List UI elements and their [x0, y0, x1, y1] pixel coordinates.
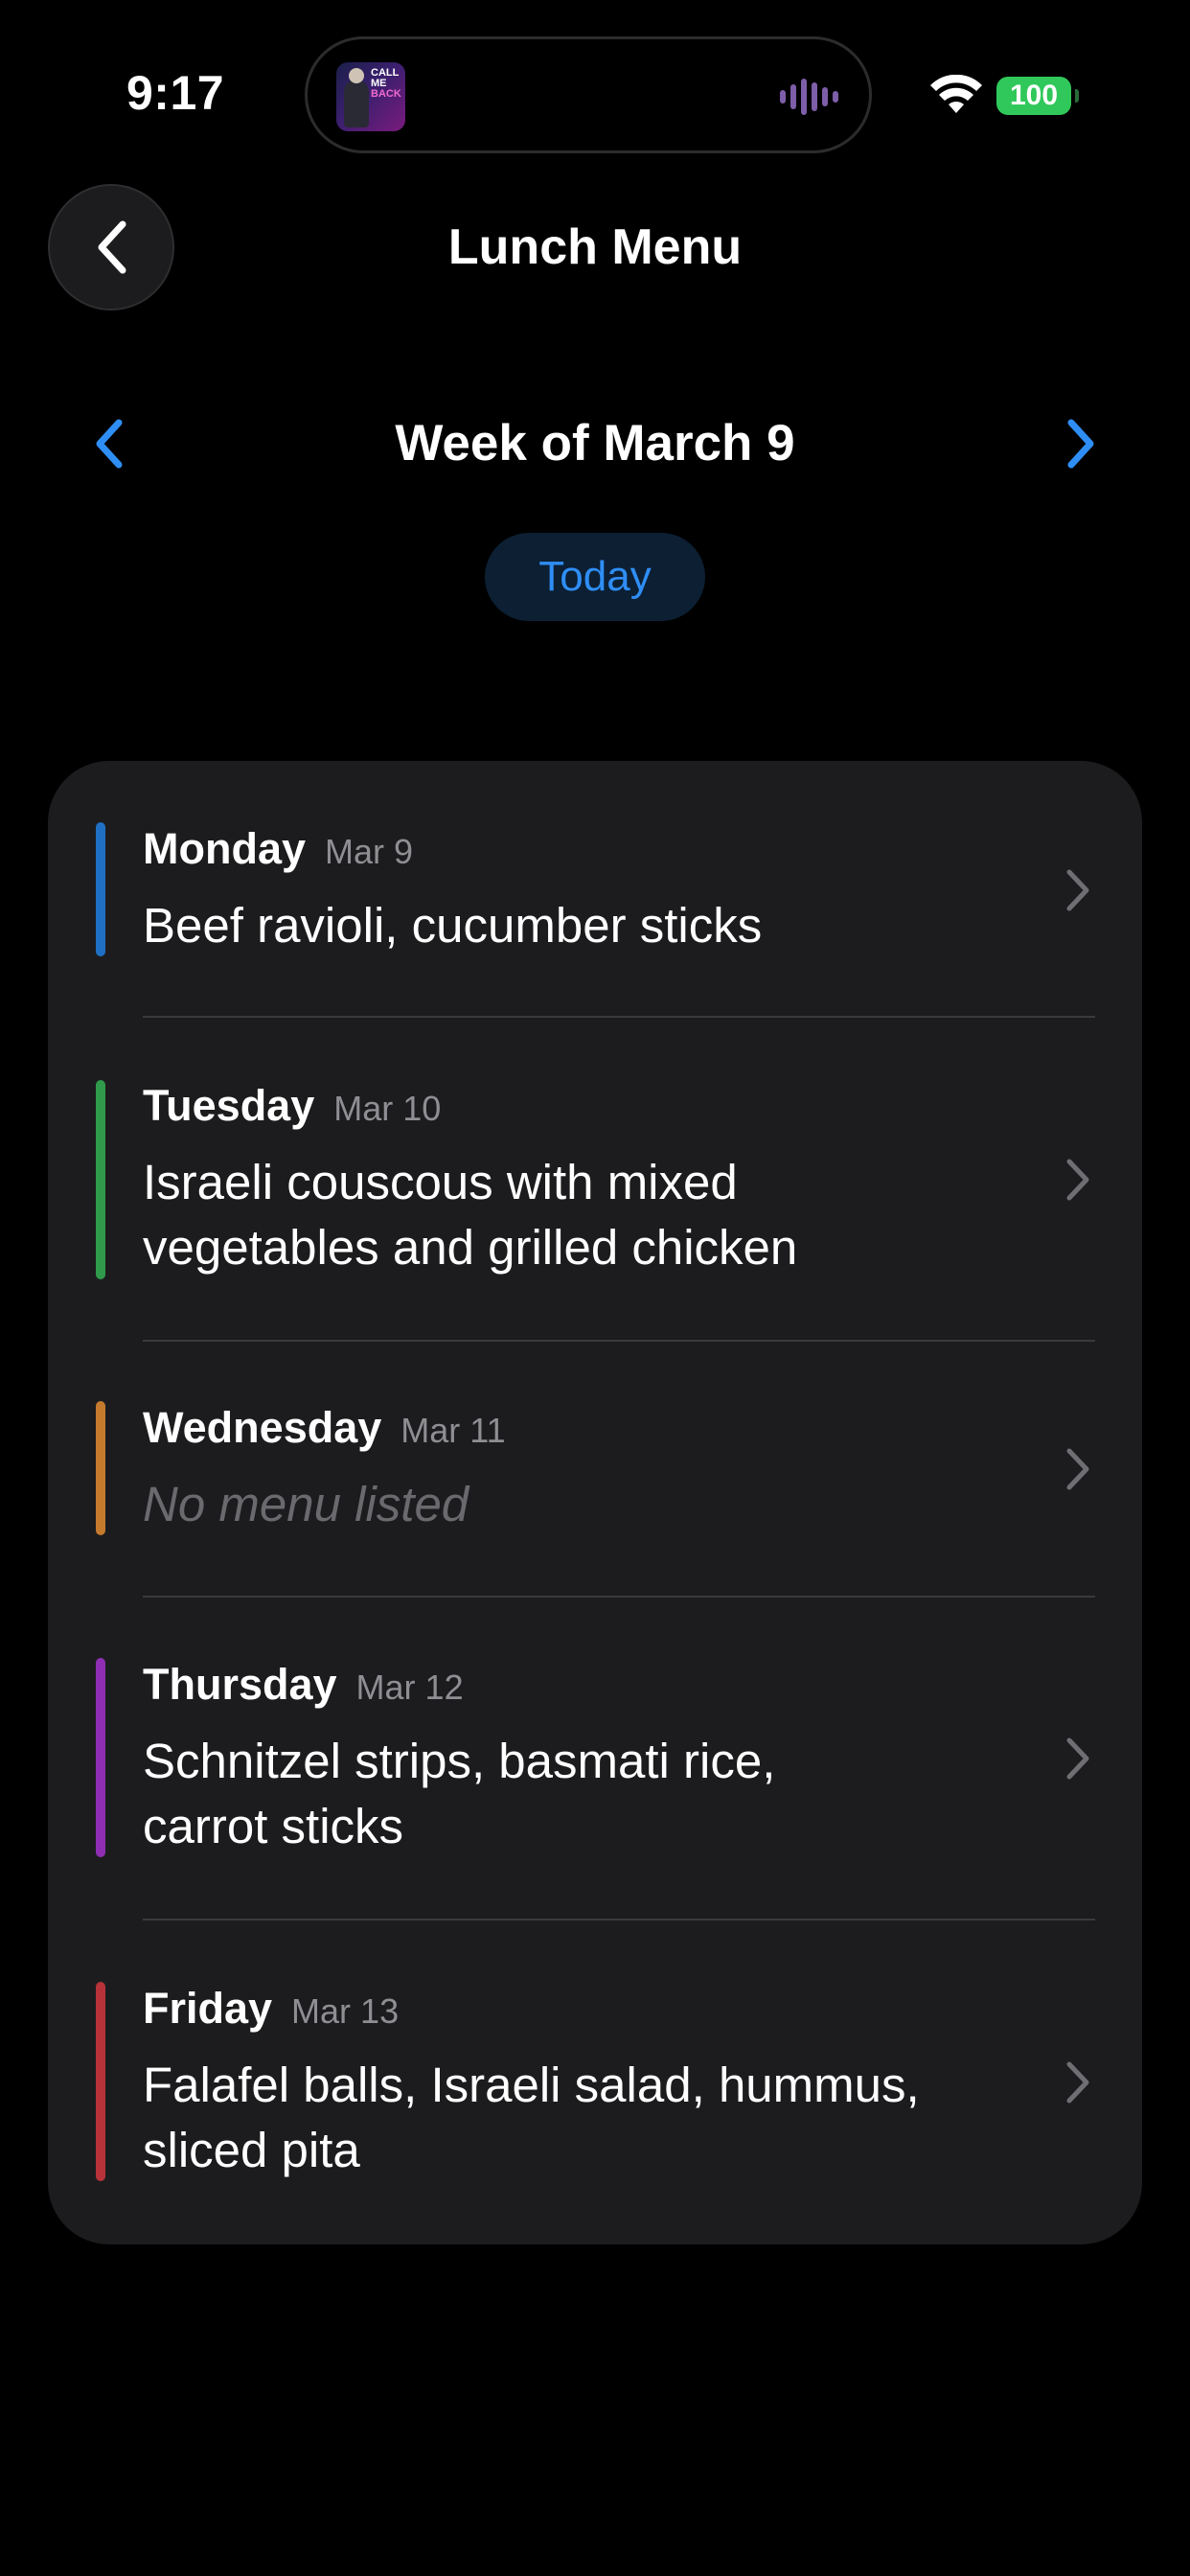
menu-text: Israeli couscous with mixed vegetables a…	[143, 1155, 798, 1275]
day-row-tuesday[interactable]: Tuesday Mar 10 Israeli couscous with mixe…	[48, 1018, 1142, 1340]
day-name: Friday	[143, 1984, 273, 2033]
battery-indicator: 100	[996, 77, 1079, 115]
chevron-right-icon	[1066, 1737, 1089, 1780]
today-button[interactable]: Today	[485, 533, 705, 621]
day-heading: Tuesday Mar 10	[143, 1081, 441, 1131]
day-row-monday[interactable]: Monday Mar 9 Beef ravioli, cucumber stick…	[48, 761, 1142, 1018]
day-name: Wednesday	[143, 1403, 382, 1452]
chevron-right-icon	[1067, 419, 1094, 469]
wifi-icon	[930, 75, 982, 113]
day-name: Tuesday	[143, 1081, 315, 1130]
day-heading: Monday Mar 9	[143, 824, 413, 874]
day-color-bar	[96, 1080, 105, 1279]
week-title: Week of March 9	[395, 415, 795, 472]
day-heading: Wednesday Mar 11	[143, 1403, 506, 1453]
chevron-right-icon	[1066, 869, 1089, 911]
chevron-right-icon	[1066, 1448, 1089, 1490]
menu-text: Schnitzel strips, basmati rice, carrot s…	[143, 1734, 776, 1853]
day-date: Mar 10	[333, 1089, 442, 1128]
dynamic-island[interactable]: CALL ME BACK	[305, 36, 872, 153]
day-color-bar	[96, 1982, 105, 2181]
lunch-menu-list: Monday Mar 9 Beef ravioli, cucumber stick…	[48, 761, 1142, 2244]
day-heading: Thursday Mar 12	[143, 1660, 464, 1710]
day-date: Mar 12	[355, 1668, 464, 1707]
day-heading: Friday Mar 13	[143, 1984, 399, 2034]
day-color-bar	[96, 1401, 105, 1535]
day-date: Mar 11	[400, 1411, 506, 1450]
day-row-friday[interactable]: Friday Mar 13 Falafel balls, Israeli sala…	[48, 1920, 1142, 2244]
menu-text: Beef ravioli, cucumber sticks	[143, 898, 763, 953]
day-row-wednesday[interactable]: Wednesday Mar 11 No menu listed	[48, 1340, 1142, 1597]
audio-waveform-icon	[780, 78, 838, 116]
page-title: Lunch Menu	[447, 219, 743, 275]
status-time: 9:17	[126, 66, 225, 120]
day-row-thursday[interactable]: Thursday Mar 12 Schnitzel strips, basmati…	[48, 1597, 1142, 1919]
day-color-bar	[96, 822, 105, 956]
day-color-bar	[96, 1658, 105, 1857]
menu-text: No menu listed	[143, 1477, 469, 1531]
chevron-right-icon	[1066, 1159, 1089, 1201]
now-playing-artwork: CALL ME BACK	[336, 62, 405, 131]
day-name: Monday	[143, 824, 307, 873]
day-date: Mar 13	[291, 1991, 400, 2031]
menu-text: Falafel balls, Israeli salad, hummus, sl…	[143, 2058, 920, 2177]
chevron-right-icon	[1066, 2061, 1089, 2104]
next-week-button[interactable]	[1052, 412, 1110, 475]
day-date: Mar 9	[325, 832, 414, 871]
day-name: Thursday	[143, 1660, 337, 1709]
